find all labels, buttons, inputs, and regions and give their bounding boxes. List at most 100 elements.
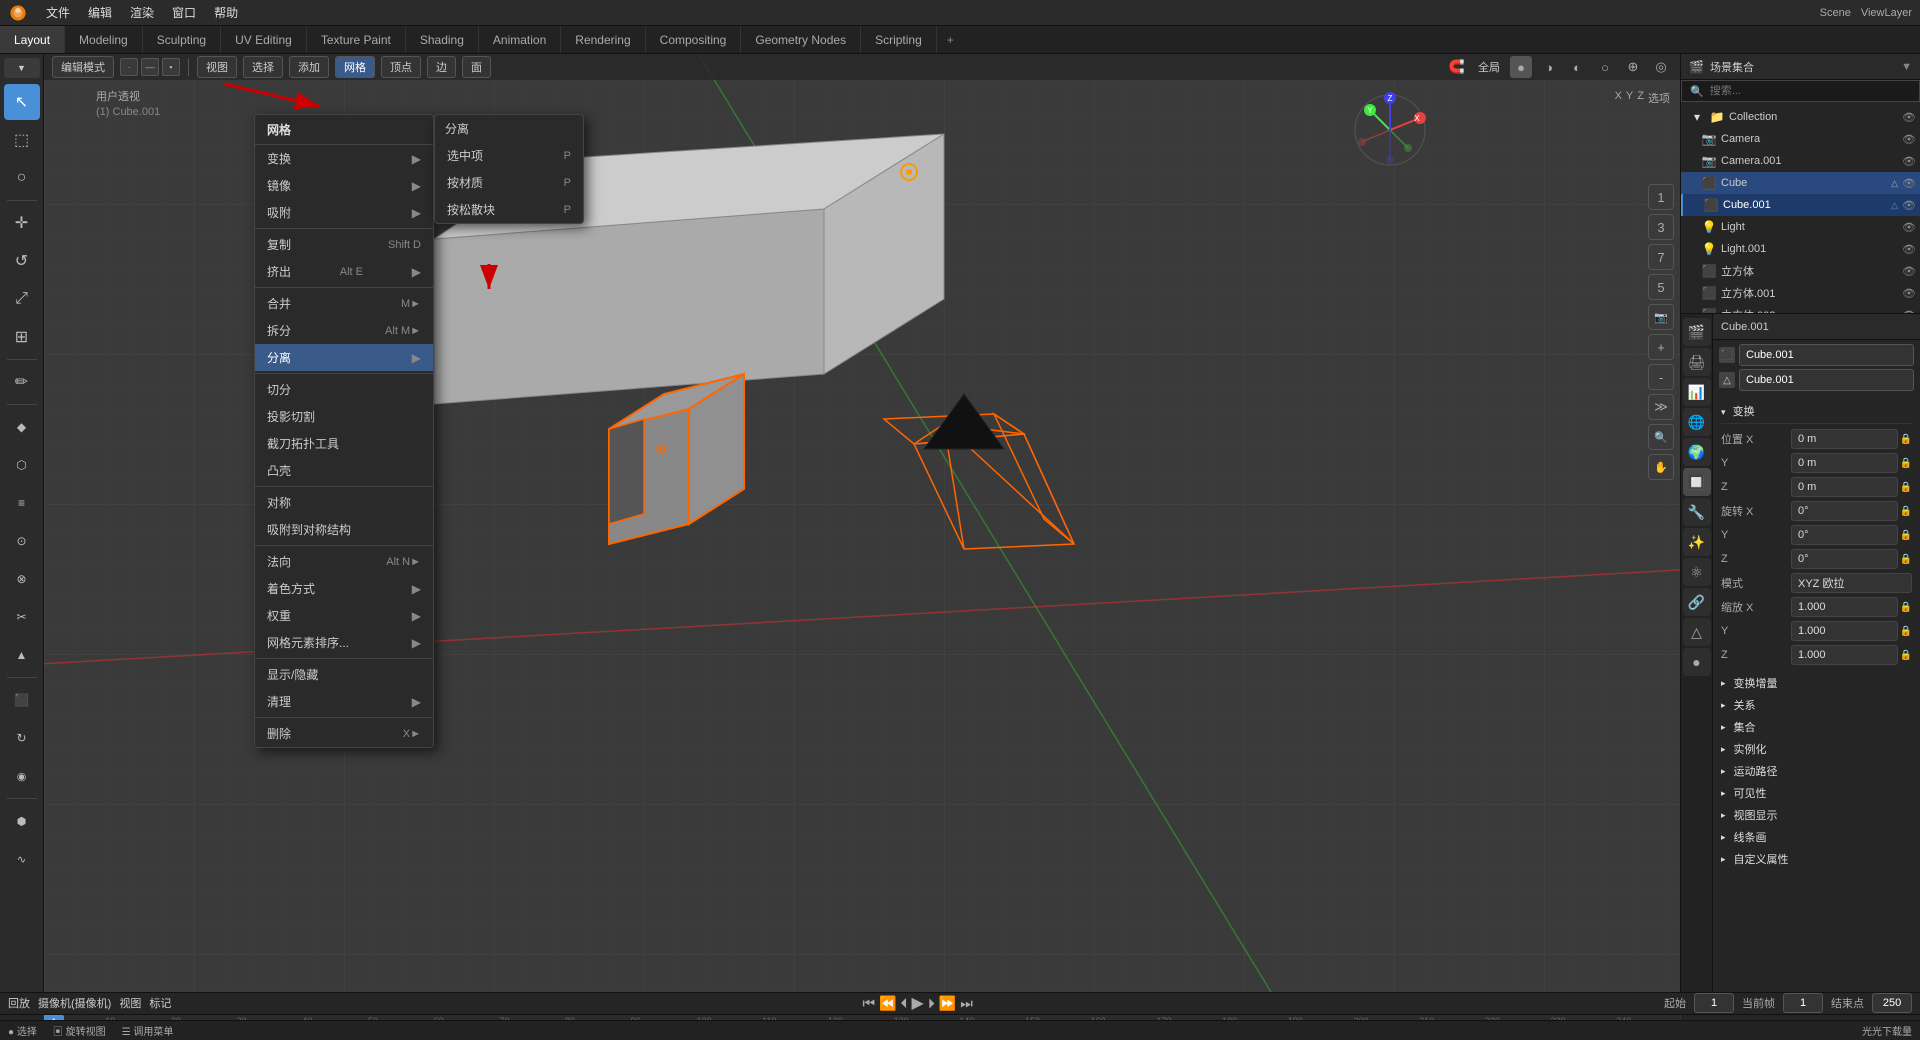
tab-geometry-nodes[interactable]: Geometry Nodes <box>741 26 861 53</box>
filter-icon[interactable]: ▼ <box>1901 61 1912 73</box>
transform-increments-section[interactable]: ▸ 变换增量 <box>1713 672 1920 694</box>
camera-view-btn[interactable]: 📷 <box>1648 304 1674 330</box>
extrude-btn[interactable]: ◆ <box>4 409 40 445</box>
rotate-tool-btn[interactable]: ↺ <box>4 243 40 279</box>
scale-x-value[interactable]: 1.000 <box>1791 597 1898 617</box>
rotation-y-lock[interactable]: 🔒 <box>1900 530 1912 541</box>
select-menu[interactable]: 选择 <box>243 56 283 78</box>
rotation-z-value[interactable]: 0° <box>1791 549 1898 569</box>
prop-tab-world[interactable]: 🌍 <box>1683 438 1711 466</box>
tab-compositing[interactable]: Compositing <box>646 26 742 53</box>
tree-item-collection[interactable]: ▾ 📁 Collection 👁 <box>1681 106 1920 128</box>
view-dropdown[interactable]: 视图 <box>119 995 141 1011</box>
menu-item-mirror[interactable]: 镜像 ▶ <box>255 172 433 199</box>
tree-item-light001[interactable]: 💡 Light.001 👁 <box>1681 238 1920 260</box>
motion-paths-section[interactable]: ▸ 运动路径 <box>1713 760 1920 782</box>
instancing-section[interactable]: ▸ 实例化 <box>1713 738 1920 760</box>
help-menu[interactable]: 帮助 <box>206 2 246 23</box>
lineart-section[interactable]: ▸ 线条画 <box>1713 826 1920 848</box>
face-menu[interactable]: 面 <box>462 56 491 78</box>
num5-key[interactable]: 5 <box>1648 274 1674 300</box>
frame-end-value[interactable]: 250 <box>1872 993 1912 1013</box>
shear-btn[interactable]: ⬢ <box>4 803 40 839</box>
bevel-btn[interactable]: ≡ <box>4 485 40 521</box>
file-menu[interactable]: 文件 <box>38 2 78 23</box>
prop-tab-constraints[interactable]: 🔗 <box>1683 588 1711 616</box>
menu-item-normals[interactable]: 法向 Alt N► <box>255 548 433 575</box>
visibility-section[interactable]: ▸ 可见性 <box>1713 782 1920 804</box>
offset-edge-btn[interactable]: ⊗ <box>4 561 40 597</box>
shading-solid-btn[interactable]: ● <box>1510 56 1532 78</box>
scale-y-value[interactable]: 1.000 <box>1791 621 1898 641</box>
location-z-lock[interactable]: 🔒 <box>1900 482 1912 493</box>
shading-rendered-btn[interactable]: ◐ <box>1566 56 1588 78</box>
global-label[interactable]: 全局 <box>1474 59 1504 75</box>
transform-tool-btn[interactable]: ⊞ <box>4 319 40 355</box>
menu-item-sort-elements[interactable]: 网格元素排序... ▶ <box>255 629 433 656</box>
menu-item-extrude[interactable]: 挤出 Alt E ▶ <box>255 258 433 285</box>
viewport-display-section[interactable]: ▸ 视图显示 <box>1713 804 1920 826</box>
scale-z-lock[interactable]: 🔒 <box>1900 650 1912 661</box>
menu-item-snap[interactable]: 吸附 ▶ <box>255 199 433 226</box>
annotate-tool-btn[interactable]: ✏ <box>4 364 40 400</box>
edge-select-mode[interactable]: — <box>141 58 159 76</box>
move-tool-btn[interactable]: ✛ <box>4 205 40 241</box>
bisect-btn[interactable]: ▲ <box>4 637 40 673</box>
scale-z-value[interactable]: 1.000 <box>1791 645 1898 665</box>
menu-item-symmetrize[interactable]: 对称 <box>255 489 433 516</box>
circle-select-btn[interactable]: ○ <box>4 160 40 196</box>
edit-menu[interactable]: 编辑 <box>80 2 120 23</box>
zoom-out-btn[interactable]: - <box>1648 364 1674 390</box>
tab-uv-editing[interactable]: UV Editing <box>221 26 307 53</box>
tree-item-cube-cn[interactable]: ⬛ 立方体 👁 <box>1681 260 1920 282</box>
play-next-btn[interactable]: ⏵ <box>928 995 935 1012</box>
menu-item-separate[interactable]: 分离 ▶ <box>255 344 433 371</box>
collection-visible[interactable]: 👁 <box>1902 111 1916 124</box>
tab-modeling[interactable]: Modeling <box>65 26 143 53</box>
camera-dropdown[interactable]: 摄像机(摄像机) <box>38 995 111 1011</box>
num1-key[interactable]: 1 <box>1648 184 1674 210</box>
prop-tab-material[interactable]: ● <box>1683 648 1711 676</box>
shrink-btn[interactable]: ∿ <box>4 841 40 877</box>
cube-cn-visible[interactable]: 👁 <box>1902 265 1916 278</box>
window-menu[interactable]: 窗口 <box>164 2 204 23</box>
cube001-visible[interactable]: 👁 <box>1902 199 1916 212</box>
location-x-value[interactable]: 0 m <box>1791 429 1898 449</box>
loop-cut-btn[interactable]: ⊙ <box>4 523 40 559</box>
prop-tab-physics[interactable]: ⚛ <box>1683 558 1711 586</box>
object-name-input[interactable] <box>1739 344 1914 366</box>
snap-icon[interactable]: 🧲 <box>1446 56 1468 78</box>
sub-item-by-loose-parts[interactable]: 按松散块 P <box>435 196 583 223</box>
current-frame-value[interactable]: 1 <box>1783 993 1823 1013</box>
tab-layout[interactable]: Layout <box>0 26 65 53</box>
tab-texture-paint[interactable]: Texture Paint <box>307 26 406 53</box>
light001-visible[interactable]: 👁 <box>1902 243 1916 256</box>
options-btn[interactable]: 选项 <box>1648 90 1670 106</box>
light-visible[interactable]: 👁 <box>1902 221 1916 234</box>
rotation-y-value[interactable]: 0° <box>1791 525 1898 545</box>
num3-key[interactable]: 3 <box>1648 214 1674 240</box>
select-tool-btn[interactable]: ↖ <box>4 84 40 120</box>
menu-item-weights[interactable]: 权重 ▶ <box>255 602 433 629</box>
relations-section[interactable]: ▸ 关系 <box>1713 694 1920 716</box>
prop-tab-view-layer[interactable]: 📊 <box>1683 378 1711 406</box>
menu-item-duplicate[interactable]: 复制 Shift D <box>255 231 433 258</box>
tree-item-light[interactable]: 💡 Light 👁 <box>1681 216 1920 238</box>
tree-item-camera[interactable]: 📷 Camera 👁 <box>1681 128 1920 150</box>
mode-selector[interactable]: ▼ <box>4 58 40 78</box>
menu-item-intersect-knife[interactable]: 投影切割 <box>255 403 433 430</box>
prop-tab-render[interactable]: 🎬 <box>1683 318 1711 346</box>
menu-item-snap-symmetry[interactable]: 吸附到对称结构 <box>255 516 433 543</box>
tree-item-cube-cn001[interactable]: ⬛ 立方体.001 👁 <box>1681 282 1920 304</box>
rotation-x-value[interactable]: 0° <box>1791 501 1898 521</box>
search-btn[interactable]: 🔍 <box>1648 424 1674 450</box>
sub-item-by-material[interactable]: 按材质 P <box>435 169 583 196</box>
inset-btn[interactable]: ⬡ <box>4 447 40 483</box>
box-select-btn[interactable]: ⬚ <box>4 122 40 158</box>
prop-tab-modifier[interactable]: 🔧 <box>1683 498 1711 526</box>
poly-build-btn[interactable]: ⬛ <box>4 682 40 718</box>
scale-tool-btn[interactable]: ⤢ <box>4 281 40 317</box>
shading-wireframe-btn[interactable]: ○ <box>1594 56 1616 78</box>
frame-start-value[interactable]: 1 <box>1694 993 1734 1013</box>
prop-tab-scene[interactable]: 🌐 <box>1683 408 1711 436</box>
